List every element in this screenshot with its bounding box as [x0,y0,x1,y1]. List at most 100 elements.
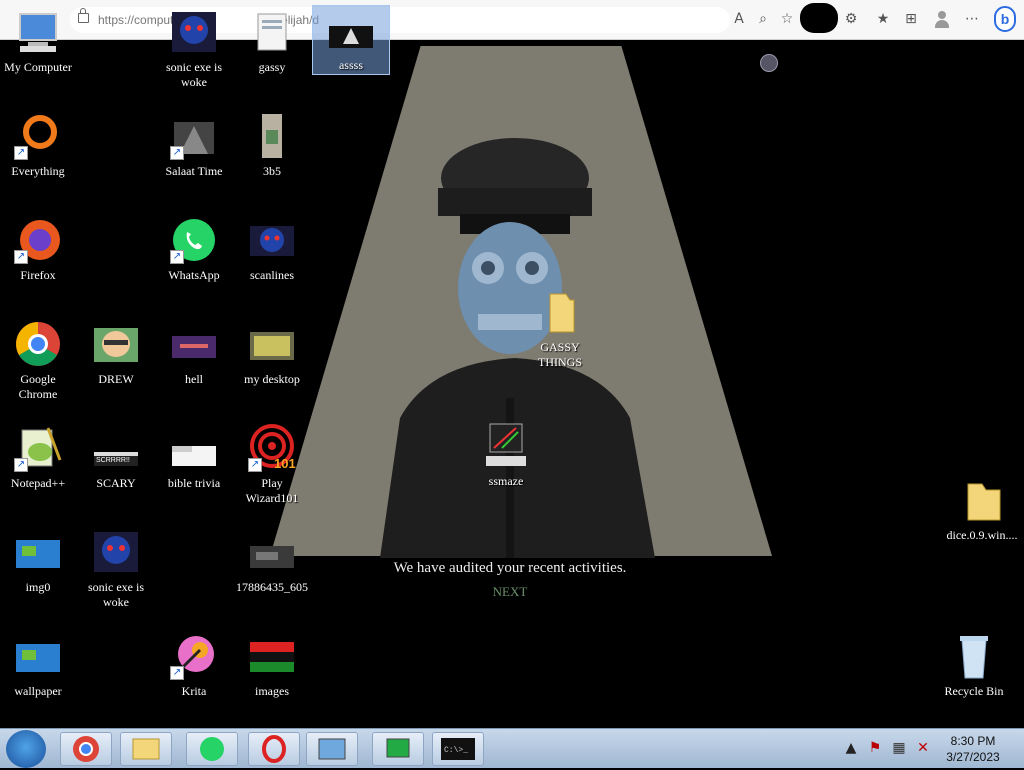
document-icon [248,8,296,56]
scary-file[interactable]: SCRRRR!! SCARY [78,424,154,491]
img0-file[interactable]: img0 [0,528,76,595]
salaat-icon: ↗ [170,112,218,160]
image-thumbnail-icon [14,632,62,680]
icon-label: scanlines [250,268,294,282]
favorites-icon[interactable]: ★ [874,10,892,28]
collections-icon[interactable]: ⊞ [902,10,920,28]
sonic-exe-file-2[interactable]: sonic exe is woke [78,528,154,610]
shortcut-arrow-icon: ↗ [248,458,262,472]
computer-icon [14,8,62,56]
image-thumbnail-icon [248,528,296,576]
icon-label: DREW [98,372,134,386]
read-aloud-icon[interactable]: A [730,10,748,28]
recycle-bin[interactable]: Recycle Bin [936,632,1012,699]
assss-file[interactable]: assss [312,5,390,75]
salaat-time-shortcut[interactable]: ↗ Salaat Time [156,112,232,179]
tray-expand-icon[interactable]: ▲ [842,739,860,757]
icon-label: img0 [25,580,51,594]
shortcut-arrow-icon: ↗ [170,666,184,680]
icon-label: 17886435_605 [236,580,308,594]
clock-time[interactable]: 8:30 PM [938,734,1008,748]
icon-label: Google Chrome [18,372,58,401]
start-button[interactable] [6,730,46,768]
icon-label: dice.0.9.win.... [946,528,1018,542]
flag-thumbnail-icon [248,632,296,680]
taskbar-chrome[interactable] [60,732,112,766]
taskbar-cmd[interactable]: C:\>_ [432,732,484,766]
icon-label: SCARY [96,476,136,490]
icon-label: images [255,684,289,698]
tray-flag-icon[interactable]: ⚑ [866,739,884,757]
3b5-file[interactable]: 3b5 [234,112,310,179]
next-button[interactable]: NEXT [460,584,560,600]
notepadpp-shortcut[interactable]: ↗ Notepad++ [0,424,76,491]
icon-label: sonic exe is woke [88,580,144,609]
folder-icon [536,288,584,336]
cmd-text: C:\>_ [444,746,468,755]
chrome-shortcut[interactable]: Google Chrome [0,320,76,402]
everything-shortcut[interactable]: ↗ Everything [0,112,76,179]
17886435-file[interactable]: 17886435_605 [234,528,310,595]
favorite-add-icon[interactable]: ☆ [778,10,796,28]
screensaver-icon [482,422,530,470]
bing-icon[interactable]: b [994,6,1016,32]
recycle-bin-icon [950,632,998,680]
image-thumbnail-icon [170,424,218,472]
icon-label: GASSY THINGS [538,340,582,369]
firefox-shortcut[interactable]: ↗ Firefox [0,216,76,283]
images-file[interactable]: images [234,632,310,699]
icon-label: my desktop [244,372,300,386]
shortcut-arrow-icon: ↗ [170,146,184,160]
taskbar-whatsapp[interactable] [186,732,238,766]
officer-figure [380,138,655,558]
whatsapp-shortcut[interactable]: ↗ WhatsApp [156,216,232,283]
bible-trivia-file[interactable]: bible trivia [156,424,232,491]
wallpaper-file[interactable]: wallpaper [0,632,76,699]
icon-label: Play Wizard101 [245,476,299,505]
icon-label: Firefox [20,268,56,282]
icon-label: sonic exe is woke [166,60,222,89]
redacted-area [800,3,838,33]
krita-shortcut[interactable]: ↗ Krita [156,632,232,699]
taskbar-opera[interactable] [248,732,300,766]
shortcut-arrow-icon: ↗ [14,458,28,472]
hell-file[interactable]: hell [156,320,232,387]
gassy-things-folder[interactable]: GASSY THINGS [522,288,598,370]
icon-label: Salaat Time [165,164,223,178]
drew-file[interactable]: DREW [78,320,154,387]
wizard-badge-text: 101 [274,456,296,471]
gassy-file[interactable]: gassy [234,8,310,75]
taskbar-screensaver[interactable] [372,732,424,766]
wizard101-shortcut[interactable]: 101 ↗ Play Wizard101 [234,424,310,506]
chrome-icon [14,320,62,368]
scanlines-file[interactable]: scanlines [234,216,310,283]
more-menu-icon[interactable]: ⋯ [963,10,981,28]
taskbar-explorer[interactable] [120,732,172,766]
zoom-icon[interactable]: ⌕ [754,10,772,28]
browser-toolbar: https://computer ~elijah/d A ⌕ ☆ ⚙ ★ ⊞ ⋯ … [0,0,1024,40]
tray-network-icon[interactable]: ▦ [890,739,908,757]
krita-icon: ↗ [170,632,218,680]
my-desktop-file[interactable]: my desktop [234,320,310,387]
small-round-icon[interactable] [760,54,778,72]
ssmaze-file[interactable]: ssmaze [468,422,544,489]
lock-icon[interactable] [78,8,89,23]
image-thumbnail-icon [248,112,296,160]
dice-folder[interactable]: dice.0.9.win.... [944,476,1020,543]
profile-avatar-icon[interactable] [934,10,950,28]
image-thumbnail-icon [92,320,140,368]
shortcut-arrow-icon: ↗ [14,146,28,160]
image-thumbnail-icon [327,6,375,54]
image-thumbnail-icon: SCRRRR!! [92,424,140,472]
scary-thumbnail-text: SCRRRR!! [96,457,130,464]
my-computer-shortcut[interactable]: My Computer [0,8,76,75]
firefox-icon: ↗ [14,216,62,264]
tray-volume-muted-icon[interactable]: ✕ [914,739,932,757]
sonic-exe-file-1[interactable]: sonic exe is woke [156,8,232,90]
icon-label: ssmaze [488,474,524,488]
clock-date[interactable]: 3/27/2023 [938,750,1008,764]
taskbar-photo-viewer[interactable] [306,732,358,766]
image-thumbnail-icon [14,528,62,576]
extensions-icon[interactable]: ⚙ [842,10,860,28]
shortcut-arrow-icon: ↗ [14,250,28,264]
